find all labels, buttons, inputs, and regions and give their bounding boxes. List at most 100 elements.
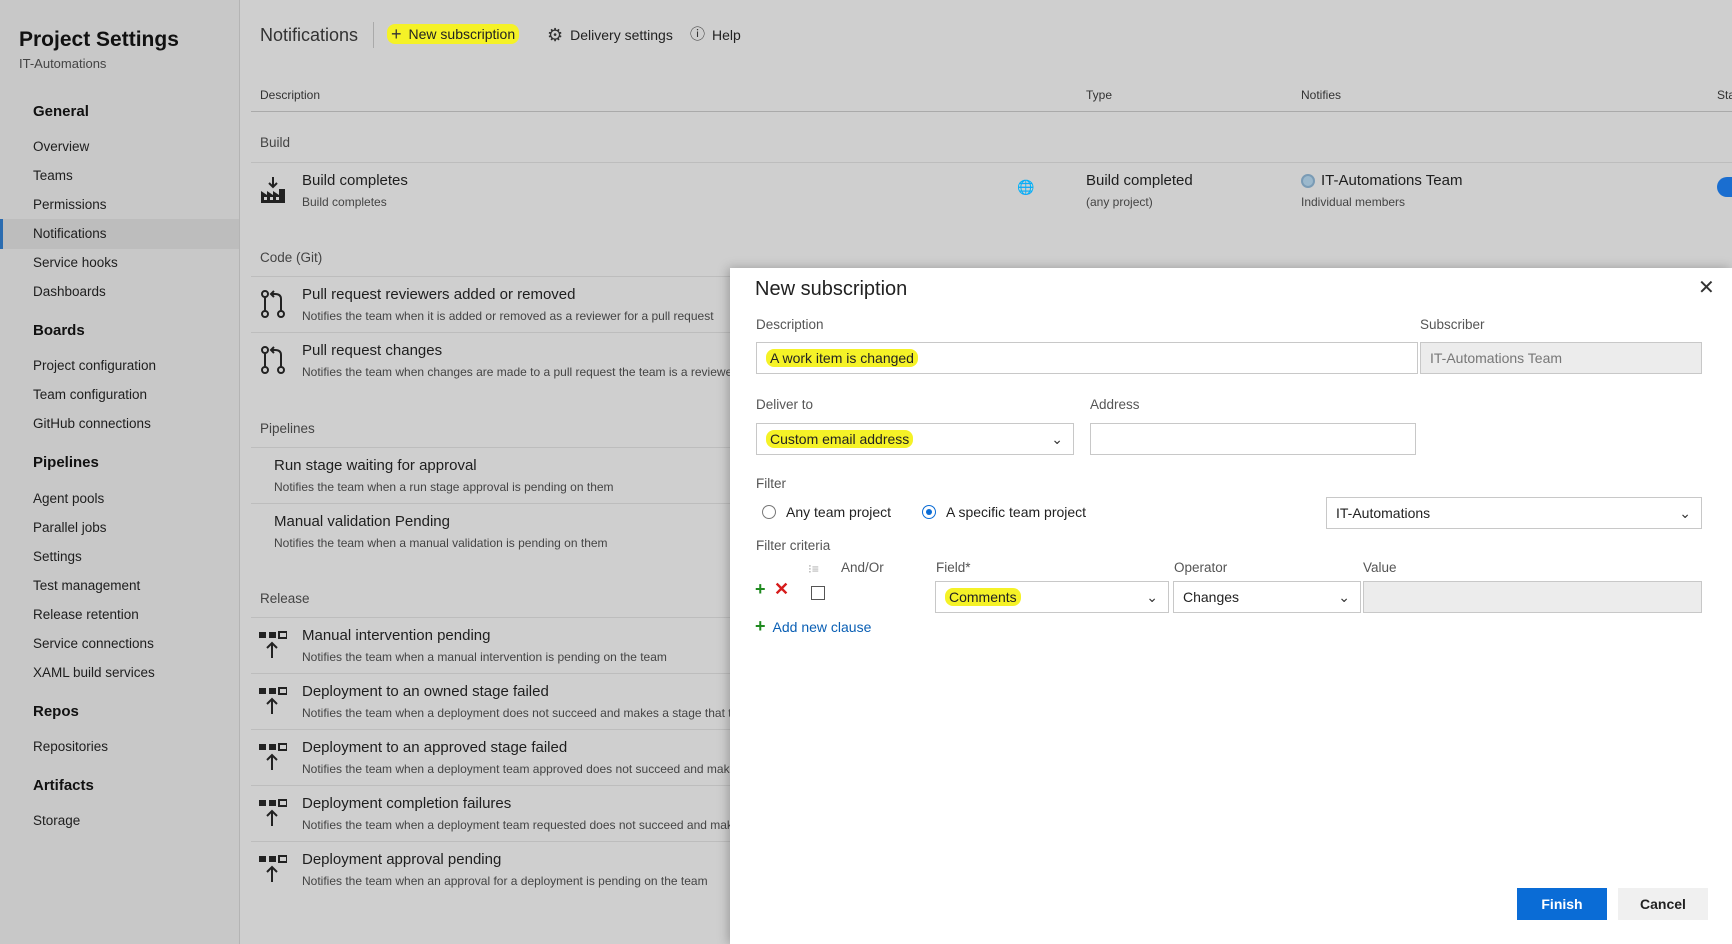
plus-icon: + (391, 24, 402, 44)
project-name: IT-Automations (19, 56, 107, 71)
row-title: Pull request changes (302, 342, 443, 359)
release-icon (259, 855, 287, 882)
help-button[interactable]: ⓘ Help (690, 26, 741, 44)
sidebar: Project Settings IT-Automations General … (0, 0, 240, 944)
address-label: Address (1090, 397, 1140, 412)
chevron-down-icon: ⌄ (1338, 589, 1350, 605)
row-subtitle: Notifies the team when a deployment team… (302, 818, 733, 832)
chevron-down-icon: ⌄ (1146, 589, 1158, 605)
field-label: Field* (936, 560, 971, 575)
new-subscription-button[interactable]: + New subscription (387, 24, 520, 44)
project-select-value: IT-Automations (1336, 505, 1431, 521)
filter-specific-project-radio[interactable]: A specific team project (922, 504, 1086, 520)
sidebar-item-permissions[interactable]: Permissions (0, 190, 239, 220)
sidebar-item-release-retention[interactable]: Release retention (0, 600, 239, 630)
page-title: Notifications (260, 25, 359, 45)
toolbar-divider (373, 22, 374, 48)
help-label: Help (712, 27, 741, 43)
row-title: Build completes (302, 172, 408, 189)
nav-section-boards: Boards (33, 322, 85, 339)
row-title: Run stage waiting for approval (274, 457, 477, 474)
delivery-settings-button[interactable]: ⚙ Delivery settings (547, 26, 673, 44)
field-select[interactable]: Comments ⌄ (935, 581, 1169, 613)
sidebar-item-github-connections[interactable]: GitHub connections (0, 409, 239, 439)
row-notifies-team: IT-Automations Team (1321, 172, 1463, 189)
cancel-button[interactable]: Cancel (1618, 888, 1708, 920)
row-title: Deployment to an approved stage failed (302, 739, 568, 756)
operator-select[interactable]: Changes ⌄ (1173, 581, 1361, 613)
row-subtitle: Notifies the team when a deployment does… (302, 706, 739, 720)
row-subtitle: Notifies the team when a deployment team… (302, 762, 737, 776)
column-type[interactable]: Type (1086, 88, 1112, 102)
sidebar-item-storage[interactable]: Storage (0, 806, 239, 836)
row-subtitle: Notifies the team when an approval for a… (302, 874, 708, 888)
column-state[interactable]: State (1717, 88, 1732, 102)
row-title: Pull request reviewers added or removed (302, 286, 576, 303)
filter-any-label: Any team project (786, 504, 892, 520)
row-title: Manual intervention pending (302, 627, 491, 644)
row-subtitle: Build completes (302, 195, 387, 209)
sidebar-item-notifications[interactable]: Notifications (0, 219, 239, 249)
finish-button[interactable]: Finish (1517, 888, 1607, 920)
subscriber-label: Subscriber (1420, 317, 1485, 332)
nav-section-general: General (33, 103, 89, 120)
subscriber-field: IT-Automations Team (1420, 342, 1702, 374)
project-select[interactable]: IT-Automations ⌄ (1326, 497, 1702, 529)
row-title: Manual validation Pending (274, 513, 450, 530)
add-clause-icon[interactable]: + (755, 579, 766, 600)
description-value: A work item is changed (766, 349, 918, 367)
clause-checkbox[interactable] (811, 586, 825, 600)
row-type: Build completed (1086, 172, 1193, 189)
row-title: Deployment to an owned stage failed (302, 683, 549, 700)
sidebar-item-overview[interactable]: Overview (0, 132, 239, 162)
column-notifies[interactable]: Notifies (1301, 88, 1341, 102)
filter-specific-label: A specific team project (946, 504, 1087, 520)
sidebar-item-project-configuration[interactable]: Project configuration (0, 351, 239, 381)
sidebar-item-dashboards[interactable]: Dashboards (0, 277, 239, 307)
value-label: Value (1363, 560, 1397, 575)
row-subtitle: Notifies the team when a manual interven… (302, 650, 667, 664)
group-code-git: Code (Git) (260, 250, 323, 265)
address-input[interactable] (1090, 423, 1416, 455)
plus-icon: + (755, 616, 766, 636)
sidebar-item-service-connections[interactable]: Service connections (0, 629, 239, 659)
column-description[interactable]: Description (260, 88, 320, 102)
deliver-to-select[interactable]: Custom email address ⌄ (756, 423, 1074, 455)
add-new-clause-link[interactable]: + Add new clause (755, 616, 871, 637)
group-build: Build (260, 135, 291, 150)
toolbar: Notifications + New subscription ⚙ Deliv… (241, 0, 1732, 72)
description-input[interactable]: A work item is changed (756, 342, 1418, 374)
sidebar-item-service-hooks[interactable]: Service hooks (0, 248, 239, 278)
row-notifies-sub: Individual members (1301, 195, 1406, 209)
state-toggle[interactable] (1717, 177, 1732, 197)
field-select-value: Comments (945, 588, 1021, 606)
table-row[interactable]: Build completes Build completes 🌐 Build … (251, 162, 1732, 218)
group-clauses-icon: ⁝≡ (808, 562, 819, 576)
sidebar-item-agent-pools[interactable]: Agent pools (0, 484, 239, 514)
delete-clause-icon[interactable]: ✕ (774, 579, 789, 600)
sidebar-item-repositories[interactable]: Repositories (0, 732, 239, 762)
sidebar-item-settings[interactable]: Settings (0, 542, 239, 572)
sidebar-item-teams[interactable]: Teams (0, 161, 239, 191)
row-subtitle: Notifies the team when changes are made … (302, 365, 737, 379)
and-or-label: And/Or (841, 560, 884, 575)
value-input[interactable] (1363, 581, 1702, 613)
team-avatar-icon (1301, 173, 1315, 188)
pull-request-icon (261, 290, 285, 318)
sidebar-item-parallel-jobs[interactable]: Parallel jobs (0, 513, 239, 543)
help-icon: ⓘ (690, 26, 706, 43)
release-icon (259, 631, 287, 658)
new-subscription-label: New subscription (408, 26, 516, 42)
sidebar-item-team-configuration[interactable]: Team configuration (0, 380, 239, 410)
chevron-down-icon: ⌄ (1051, 431, 1063, 447)
row-title: Deployment completion failures (302, 795, 512, 812)
gear-icon: ⚙ (547, 25, 564, 45)
close-icon[interactable]: ✕ (1698, 275, 1715, 300)
add-new-clause-label: Add new clause (772, 618, 872, 635)
filter-any-project-radio[interactable]: Any team project (762, 504, 891, 520)
release-icon (259, 743, 287, 770)
sidebar-item-test-management[interactable]: Test management (0, 571, 239, 601)
sidebar-item-xaml-build-services[interactable]: XAML build services (0, 658, 239, 688)
deliver-to-value: Custom email address (766, 430, 914, 448)
row-notifies: IT-Automations Team (1301, 172, 1462, 189)
